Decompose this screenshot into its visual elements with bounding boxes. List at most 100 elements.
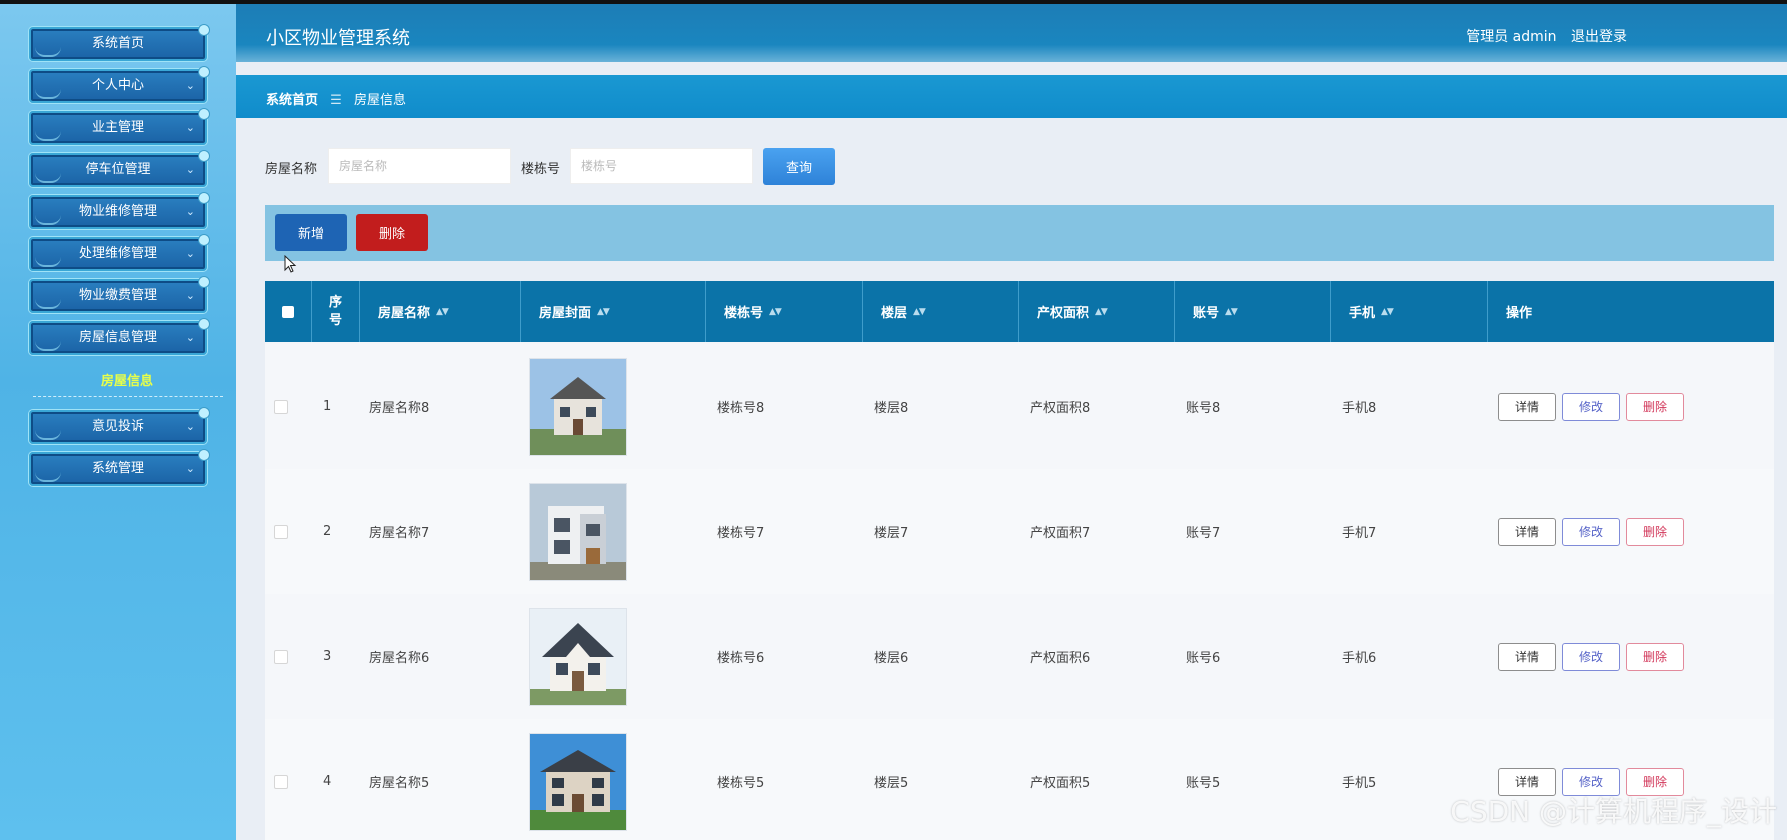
row-checkbox[interactable] xyxy=(274,774,288,789)
sort-icon[interactable]: ▲▼ xyxy=(1381,307,1394,317)
delete-button[interactable]: 删除 xyxy=(1626,392,1684,421)
chevron-down-icon: ⌄ xyxy=(185,331,195,344)
sidebar-item-repair-management[interactable]: 物业维修管理 ⌄ xyxy=(29,192,210,229)
sidebar-item-personal-center[interactable]: 个人中心 ⌄ xyxy=(29,66,210,103)
house-name-cell: 房屋名称5 xyxy=(369,776,430,791)
sidebar-item-fee-management[interactable]: 物业缴费管理 ⌄ xyxy=(29,276,210,313)
sort-icon[interactable]: ▲▼ xyxy=(769,307,782,317)
sidebar-item-parking-management[interactable]: 停车位管理 ⌄ xyxy=(29,150,210,187)
batch-delete-button[interactable]: 删除 xyxy=(356,214,428,251)
account-cell: 账号5 xyxy=(1186,776,1221,791)
building-cell: 楼栋号8 xyxy=(717,401,765,416)
area-cell: 产权面积8 xyxy=(1030,401,1091,416)
seq-cell: 2 xyxy=(323,524,332,539)
sidebar-subitem-house-info[interactable]: 房屋信息 xyxy=(29,370,225,389)
curl-ornament-icon xyxy=(35,47,61,57)
select-all-cell[interactable] xyxy=(265,281,312,342)
house-name-cell: 房屋名称6 xyxy=(369,651,430,666)
column-header-house-name[interactable]: 房屋名称 ▲▼ xyxy=(360,281,521,342)
house-cover-cell xyxy=(529,469,627,594)
column-label: 房屋封面 xyxy=(539,306,592,321)
edit-button[interactable]: 修改 xyxy=(1562,392,1620,421)
house-cover-cell xyxy=(529,719,627,840)
seq-cell: 4 xyxy=(323,774,332,789)
house-cover-image[interactable] xyxy=(529,482,627,581)
column-header-area[interactable]: 产权面积 ▲▼ xyxy=(1019,281,1175,342)
breadcrumb-current: 房屋信息 xyxy=(353,93,406,108)
detail-button[interactable]: 详情 xyxy=(1498,517,1556,546)
sidebar-item-complaints[interactable]: 意见投诉 ⌄ xyxy=(29,407,210,444)
column-label: 产权面积 xyxy=(1037,306,1090,321)
current-user-label: 管理员 admin xyxy=(1466,29,1557,45)
row-select-cell[interactable] xyxy=(274,344,288,469)
detail-button[interactable]: 详情 xyxy=(1498,392,1556,421)
corner-ornament-icon xyxy=(198,407,210,419)
column-header-account[interactable]: 账号 ▲▼ xyxy=(1175,281,1331,342)
edit-button[interactable]: 修改 xyxy=(1562,642,1620,671)
action-bar: 新增 删除 xyxy=(265,205,1774,261)
sidebar-item-owner-management[interactable]: 业主管理 ⌄ xyxy=(29,108,210,145)
sidebar-item-label: 业主管理 xyxy=(91,120,144,135)
corner-ornament-icon xyxy=(198,318,210,330)
building-cell: 楼栋号5 xyxy=(717,776,765,791)
sidebar-item-label: 物业维修管理 xyxy=(78,204,157,219)
sidebar-item-handle-repair[interactable]: 处理维修管理 ⌄ xyxy=(29,234,210,271)
sidebar-item-house-info-management[interactable]: 房屋信息管理 ⌄ xyxy=(29,318,210,355)
row-select-cell[interactable] xyxy=(274,594,288,719)
sidebar-item-label: 房屋信息管理 xyxy=(78,330,157,345)
query-button[interactable]: 查询 xyxy=(763,148,835,185)
column-header-building[interactable]: 楼栋号 ▲▼ xyxy=(706,281,863,342)
select-all-checkbox[interactable] xyxy=(282,305,294,318)
column-header-phone[interactable]: 手机 ▲▼ xyxy=(1331,281,1488,342)
row-select-cell[interactable] xyxy=(274,719,288,840)
logout-link[interactable]: 退出登录 xyxy=(1571,29,1627,45)
column-header-house-cover[interactable]: 房屋封面 ▲▼ xyxy=(521,281,706,342)
row-checkbox[interactable] xyxy=(274,524,288,539)
house-table: 序号 房屋名称 ▲▼ 房屋封面 ▲▼ 楼栋号 ▲▼ 楼层 ▲▼ 产权面积 ▲▼ 账号 ▲▼ … xyxy=(265,281,1774,840)
sort-icon[interactable]: ▲▼ xyxy=(1225,307,1238,317)
chevron-down-icon: ⌄ xyxy=(185,289,195,302)
sort-icon[interactable]: ▲▼ xyxy=(597,307,610,317)
house-cover-image[interactable] xyxy=(529,607,627,706)
top-header: 小区物业管理系统 管理员 admin 退出登录 xyxy=(236,4,1787,62)
table-row: 2 房屋名称7 楼栋号7 楼层7 产权面积7 账号7 手机7 详情 修改 删除 xyxy=(265,469,1774,594)
building-cell: 楼栋号7 xyxy=(717,526,765,541)
sort-icon[interactable]: ▲▼ xyxy=(913,307,926,317)
edit-button[interactable]: 修改 xyxy=(1562,517,1620,546)
column-label: 手机 xyxy=(1349,306,1376,321)
building-input[interactable] xyxy=(570,148,753,184)
house-cover-image[interactable] xyxy=(529,732,627,831)
table-row: 1 房屋名称8 楼栋号8 楼层8 产权面积8 账号8 手机8 详情 修改 删除 xyxy=(265,344,1774,469)
sidebar-item-system-management[interactable]: 系统管理 ⌄ xyxy=(29,449,210,486)
add-button[interactable]: 新增 xyxy=(275,214,347,251)
sidebar-item-home[interactable]: 系统首页 xyxy=(29,24,210,61)
chevron-down-icon: ⌄ xyxy=(185,420,195,433)
corner-ornament-icon xyxy=(198,276,210,288)
delete-button[interactable]: 删除 xyxy=(1626,642,1684,671)
detail-button[interactable]: 详情 xyxy=(1498,642,1556,671)
actions-cell: 详情 修改 删除 xyxy=(1498,594,1690,719)
user-info: 管理员 admin 退出登录 xyxy=(1466,26,1627,46)
row-checkbox[interactable] xyxy=(274,649,288,664)
row-select-cell[interactable] xyxy=(274,469,288,594)
area-cell: 产权面积6 xyxy=(1030,651,1091,666)
column-label: 楼层 xyxy=(881,306,908,321)
delete-button[interactable]: 删除 xyxy=(1626,517,1684,546)
house-name-cell: 房屋名称7 xyxy=(369,526,430,541)
sidebar-item-label: 意见投诉 xyxy=(91,419,144,434)
floor-cell: 楼层7 xyxy=(874,526,909,541)
breadcrumb-home[interactable]: 系统首页 xyxy=(266,93,318,108)
column-header-floor[interactable]: 楼层 ▲▼ xyxy=(863,281,1019,342)
sidebar-item-label: 停车位管理 xyxy=(85,162,151,177)
phone-cell: 手机8 xyxy=(1342,401,1377,416)
house-name-input[interactable] xyxy=(328,148,511,184)
area-cell: 产权面积7 xyxy=(1030,526,1091,541)
sort-icon[interactable]: ▲▼ xyxy=(1095,307,1108,317)
actions-cell: 详情 修改 删除 xyxy=(1498,469,1690,594)
sort-icon[interactable]: ▲▼ xyxy=(436,307,449,317)
row-checkbox[interactable] xyxy=(274,399,288,414)
sidebar: 系统首页 个人中心 ⌄ 业主管理 ⌄ 停车位管理 ⌄ 物业维修管理 ⌄ 处理维修… xyxy=(0,4,236,840)
curl-ornament-icon xyxy=(35,341,61,351)
house-cover-image[interactable] xyxy=(529,357,627,456)
house-cover-cell xyxy=(529,594,627,719)
